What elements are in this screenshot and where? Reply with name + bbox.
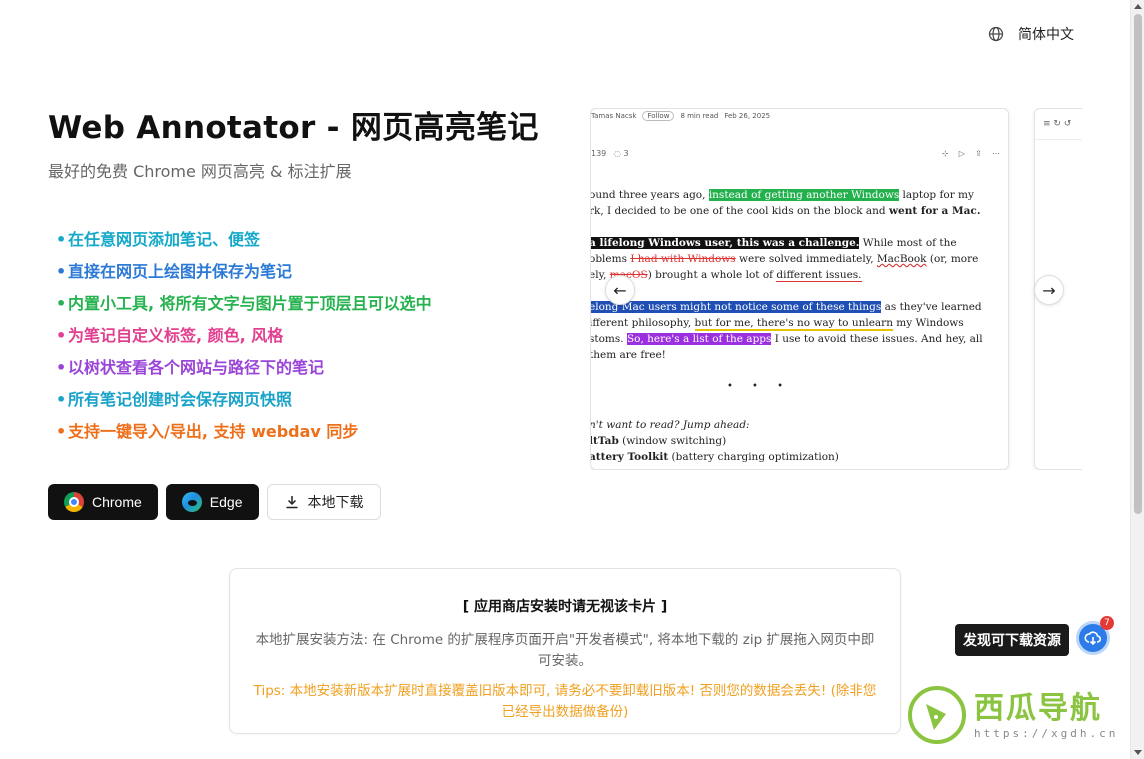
notification-badge: 7 [1100,616,1114,630]
follow-chip: Follow [642,111,675,121]
underline-red: different issues. [776,269,862,282]
install-instructions-card: [ 应用商店安装时请无视该卡片 ] 本地扩展安装方法: 在 Chrome 的扩展… [229,568,901,734]
stats: 139 ◌ 3 [591,149,629,158]
carousel-prev-button[interactable]: ← [605,275,635,305]
download-cloud-icon [1084,631,1102,646]
highlight-purple: So, here's a list of the apps [626,333,772,345]
feature-item: • 以树状查看各个网站与路径下的笔记 [56,356,432,388]
globe-icon [988,26,1004,42]
local-download-button[interactable]: 本地下载 [266,484,381,520]
watermelon-icon [926,704,946,730]
clap-count: 139 [591,149,607,158]
author-name: Tamas Nacsk [591,112,637,120]
edge-button-label: Edge [209,494,243,510]
download-buttons: Chrome Edge 本地下载 [48,484,381,520]
underline-yellow: but for me, there's no way to unlearn [694,317,893,331]
feature-item: • 在任意网页添加笔记、便签 [56,228,432,260]
watermark-url: https://xgdh.cn [974,726,1119,740]
bullet-icon: • [56,358,67,377]
article-body: ound three years ago, instead of getting… [590,187,983,465]
wavy-underline: MacBook [876,253,927,265]
article-actions: 139 ◌ 3 ⊹ ▷ ⇪ ⋯ [591,149,1000,158]
carousel-slide-article: Tamas Nacsk Follow 8 min read Feb 26, 20… [590,108,1009,470]
action-icons: ⊹ ▷ ⇪ ⋯ [941,149,1000,158]
feature-text: 为笔记自定义标签, 颜色, 风格 [68,326,284,345]
chrome-button-label: Chrome [92,494,142,510]
page-subtitle: 最好的免费 Chrome 网页高亮 & 标注扩展 [48,162,352,181]
scroll-thumb[interactable] [1134,14,1142,514]
downloadable-resources-tag[interactable]: 发现可下载资源 [955,624,1069,656]
local-download-label: 本地下载 [307,494,364,510]
screenshot-carousel: Tamas Nacsk Follow 8 min read Feb 26, 20… [590,108,1082,470]
jump-list: n't want to read? Jump ahead: ltTab (win… [590,419,839,463]
feature-item: • 内置小工具, 将所有文字与图片置于顶层且可以选中 [56,292,432,324]
arrow-right-icon: → [1042,280,1056,300]
section-separator: • • • [726,381,792,392]
page-title: Web Annotator - 网页高亮笔记 [48,110,539,146]
watermark-logo-icon [908,686,966,744]
carousel-next-button[interactable]: → [1034,275,1064,305]
feature-text: 支持一键导入/导出, 支持 webdav 同步 [68,422,359,441]
edge-store-button[interactable]: Edge [165,484,259,520]
page-scrollbar[interactable] [1130,0,1144,759]
feature-text: 内置小工具, 将所有文字与图片置于顶层且可以选中 [68,294,432,313]
bullet-icon: • [56,326,67,345]
post-date: Feb 26, 2025 [724,112,771,120]
strikethrough-red: I had with Windows [630,253,736,265]
card-description: 本地扩展安装方法: 在 Chrome 的扩展程序页面开启"开发者模式", 将本地… [255,632,875,669]
arrow-left-icon: ← [613,280,627,300]
scroll-up-arrow-icon[interactable] [1134,4,1142,9]
bullet-icon: • [56,230,67,249]
feature-text: 在任意网页添加笔记、便签 [68,230,261,249]
bullet-icon: • [56,262,67,281]
scroll-down-arrow-icon[interactable] [1134,750,1142,755]
card-title: [ 应用商店安装时请无视该卡片 ] [462,599,668,615]
watermark-title: 西瓜导航 [974,690,1102,726]
article-paragraph: ound three years ago, instead of getting… [590,189,981,217]
article-paragraph: a lifelong Windows user, this was a chal… [590,237,979,282]
language-label: 简体中文 [1018,27,1074,43]
article-meta: Tamas Nacsk Follow 8 min read Feb 26, 20… [591,111,770,121]
bullet-icon: • [56,390,67,409]
feature-list: • 在任意网页添加笔记、便签 • 直接在网页上绘图并保存为笔记 • 内置小工具, 将所… [56,228,432,452]
edge-icon [181,492,202,512]
language-switcher[interactable]: 简体中文 [988,24,1074,44]
feature-text: 直接在网页上绘图并保存为笔记 [68,262,293,281]
feature-item: • 为笔记自定义标签, 颜色, 风格 [56,324,432,356]
highlight-black: a lifelong Windows user, this was a chal… [590,237,860,249]
download-icon [286,496,297,509]
card-tips: Tips: 本地安装新版本扩展时直接覆盖旧版本即可, 请务必不要卸载旧版本! 否… [253,683,877,720]
comment-count: 3 [623,149,629,158]
site-watermark: 西瓜导航 https://xgdh.cn [908,686,1118,744]
feature-item: • 直接在网页上绘图并保存为笔记 [56,260,432,292]
highlight-blue: elong Mac users might not notice some of… [590,301,882,313]
chrome-icon [64,492,84,512]
article-paragraph: elong Mac users might not notice some of… [590,301,983,361]
feature-item: • 支持一键导入/导出, 支持 webdav 同步 [56,420,432,452]
feature-text: 以树状查看各个网站与路径下的笔记 [68,358,325,377]
highlight-green: instead of getting another Windows [708,189,900,201]
bullet-icon: • [56,422,67,441]
slide-toolbar: ≡ ↻ ↺ [1035,109,1082,140]
feature-text: 所有笔记创建时会保存网页快照 [68,390,293,409]
bullet-icon: • [56,294,67,313]
feature-item: • 所有笔记创建时会保存网页快照 [56,388,432,420]
read-time: 8 min read [680,112,719,120]
chrome-store-button[interactable]: Chrome [48,484,158,520]
